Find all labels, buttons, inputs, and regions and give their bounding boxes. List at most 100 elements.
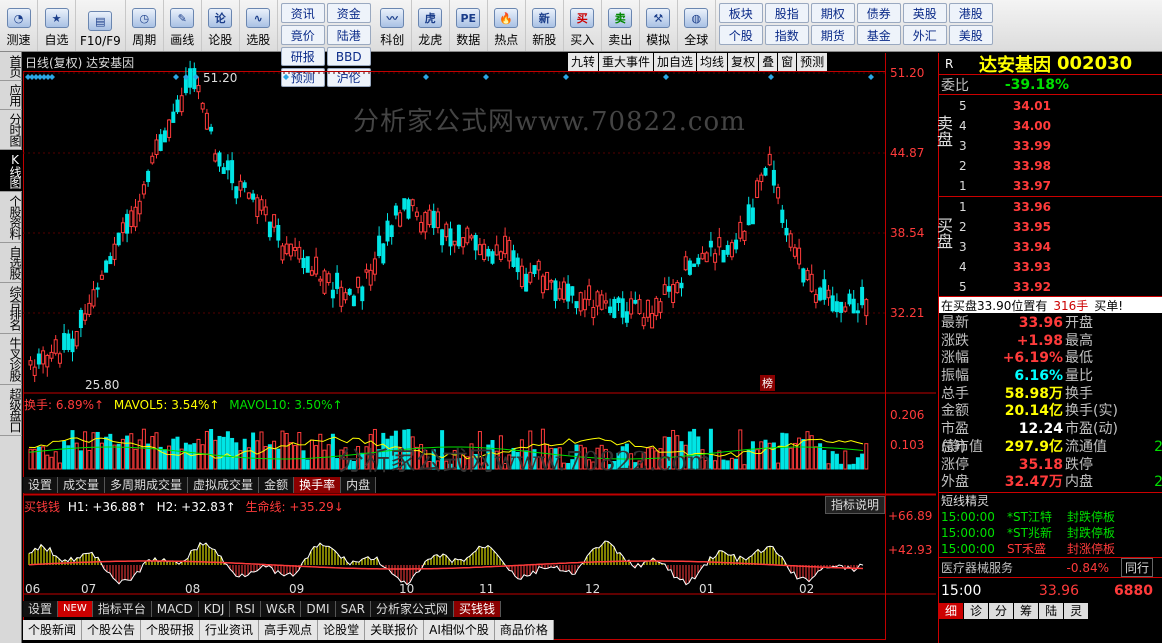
toolbar-grid-button[interactable]: 竟价 [280, 25, 325, 45]
volume-tab[interactable]: 设置 [23, 477, 59, 493]
toolbar-document-button[interactable]: ▤ F10/F9 [76, 0, 126, 51]
chart-top-button[interactable]: 加自选 [654, 53, 697, 71]
quote-tab[interactable]: 诊 [964, 603, 989, 619]
bottom-tab[interactable]: 关联报价 [365, 620, 425, 640]
pe-icon: PE [456, 8, 481, 28]
toolbar-grid-button[interactable]: 个股 [718, 25, 763, 45]
kline-chart[interactable]: 51.20 44.87 38.54 32.21 0.206 0.103 +66.89 +42.… [23, 53, 936, 640]
toolbar-grid-button[interactable]: 债券 [856, 3, 901, 23]
toolbar-clock-button[interactable]: ◷ 周期 [126, 0, 164, 51]
sidebar-item[interactable]: 首页 [0, 52, 22, 81]
toolbar-tiger-button[interactable]: 虎龙虎 [412, 0, 450, 51]
volume-tab[interactable]: 成交量 [58, 477, 106, 493]
sidebar-item[interactable]: 个股资料 [0, 192, 22, 243]
news-item[interactable]: 15:00:00 ST禾盛 封涨停板 [939, 541, 1162, 557]
toolbar-grid-button[interactable]: 英股 [902, 3, 947, 23]
quote-tab[interactable]: 筹 [1014, 603, 1039, 619]
sector-row[interactable]: 医疗器械服务 -0.84% 同行 [939, 557, 1162, 577]
bottom-tab[interactable]: 高手观点 [259, 620, 319, 640]
toolbar-chat-button[interactable]: 论论股 [202, 0, 240, 51]
volume-tab[interactable]: 换手率 [294, 477, 342, 493]
indicator-tab[interactable]: RSI [230, 601, 261, 617]
toolbar-grid-button[interactable]: 股指 [764, 3, 809, 23]
chart-top-button[interactable]: 窗 [778, 53, 797, 71]
bottom-tab[interactable]: AI相似个股 [424, 620, 495, 640]
indicator-tab[interactable]: 指标平台 [92, 601, 152, 617]
bang-badge[interactable]: 榜 [760, 375, 775, 391]
toolbar-chart-button[interactable]: 〰科创 [374, 0, 412, 51]
toolbar-grid-button[interactable]: 基金 [856, 25, 901, 45]
toolbar-grid-button[interactable]: 外汇 [902, 25, 947, 45]
sidebar-item[interactable]: 自选股 [0, 243, 22, 283]
indicator-tab[interactable]: 分析家公式网 [370, 601, 454, 617]
toolbar-grid-button[interactable]: 指数 [764, 25, 809, 45]
toolbar-pencil-button[interactable]: ✎ 画线 [164, 0, 202, 51]
indicator-tab[interactable]: KDJ [198, 601, 231, 617]
toolbar-hot-button[interactable]: 🔥 热点 [488, 0, 526, 51]
sidebar-item[interactable]: 牛叉诊股 [0, 334, 22, 385]
quote-tab[interactable]: 陆 [1039, 603, 1064, 619]
chart-top-button[interactable]: 重大事件 [599, 53, 654, 71]
toolbar-sell-button[interactable]: 卖卖出 [602, 0, 640, 51]
toolbar-grid-button[interactable]: 港股 [948, 3, 993, 23]
indicator-tab[interactable]: NEW [58, 601, 93, 617]
candle-body [780, 209, 785, 223]
quote-tab[interactable]: 细 [939, 603, 964, 619]
toolbar-filter-button[interactable]: ∿ 选股 [240, 0, 278, 51]
indicator-tab[interactable]: DMI [301, 601, 336, 617]
chart-top-button[interactable]: 均线 [697, 53, 728, 71]
toolbar-label: 测速 [6, 33, 31, 47]
bottom-tab[interactable]: 个股公告 [82, 620, 142, 640]
toolbar-grid-button[interactable]: 美股 [948, 25, 993, 45]
indicator-help-button[interactable]: 指标说明 [825, 496, 886, 514]
chart-top-button[interactable]: 复权 [728, 53, 759, 71]
volume-bar [847, 464, 852, 470]
bottom-tab[interactable]: 论股堂 [318, 620, 366, 640]
toolbar-grid-button[interactable]: 期权 [810, 3, 855, 23]
toolbar-grid-button[interactable]: 资金 [326, 3, 371, 23]
toolbar-new-button[interactable]: 新新股 [526, 0, 564, 51]
indicator-tab[interactable]: W&R [260, 601, 302, 617]
bottom-tab[interactable]: 商品价格 [494, 620, 554, 640]
indicator-tab[interactable]: MACD [151, 601, 199, 617]
toolbar-grid-button[interactable]: 期货 [810, 25, 855, 45]
candle-body [692, 263, 697, 267]
toolbar-gavel-button[interactable]: ⚒ 模拟 [640, 0, 678, 51]
candle-body [251, 193, 256, 200]
volume-tab[interactable]: 多周期成交量 [105, 477, 189, 493]
toolbar-grid-button[interactable]: 陆港 [326, 25, 371, 45]
toolbar-speedometer-button[interactable]: ◔ 测速 [0, 0, 38, 51]
volume-tab[interactable]: 虚拟成交量 [188, 477, 260, 493]
bottom-tab[interactable]: 个股研报 [141, 620, 201, 640]
toolbar-star-button[interactable]: ★ 自选 [38, 0, 76, 51]
chart-area[interactable]: 51.20 44.87 38.54 32.21 0.206 0.103 +66.89 +42.… [23, 53, 936, 640]
quote-tab[interactable]: 分 [989, 603, 1014, 619]
chart-top-button[interactable]: 叠 [759, 53, 778, 71]
chart-top-button[interactable]: 预测 [797, 53, 828, 71]
candle-body [847, 293, 852, 305]
indicator-tab[interactable]: SAR [335, 601, 371, 617]
candle-body [280, 245, 285, 261]
toolbar-grid-button[interactable]: 板块 [718, 3, 763, 23]
candle-body [305, 256, 310, 273]
chart-top-button[interactable]: 九转 [568, 53, 599, 71]
sidebar-item[interactable]: K线图 [0, 150, 22, 192]
sidebar-item[interactable]: 综合排名 [0, 283, 22, 334]
sidebar-item[interactable]: 应用 [0, 81, 22, 110]
indicator-tab[interactable]: 买钱钱 [453, 601, 501, 617]
toolbar-pe-button[interactable]: PE 数据 [450, 0, 488, 51]
volume-tab[interactable]: 金额 [259, 477, 295, 493]
news-item[interactable]: 15:00:00 *ST江特 封跌停板 [939, 509, 1162, 525]
bottom-tab[interactable]: 个股新闻 [23, 620, 83, 640]
toolbar-globe-button[interactable]: ◍ 全球 [678, 0, 716, 51]
sidebar-item[interactable]: 超级盘口 [0, 385, 22, 436]
indicator-tab[interactable]: 设置 [23, 601, 59, 617]
volume-tab[interactable]: 内盘 [341, 477, 377, 493]
candle-body [662, 284, 667, 295]
sidebar-item[interactable]: 分时图 [0, 110, 22, 150]
toolbar-buy-button[interactable]: 买买入 [564, 0, 602, 51]
quote-tab[interactable]: 灵 [1064, 603, 1089, 619]
news-item[interactable]: 15:00:00 *ST兆新 封跌停板 [939, 525, 1162, 541]
toolbar-grid-button[interactable]: 资讯 [280, 3, 325, 23]
bottom-tab[interactable]: 行业资讯 [200, 620, 260, 640]
